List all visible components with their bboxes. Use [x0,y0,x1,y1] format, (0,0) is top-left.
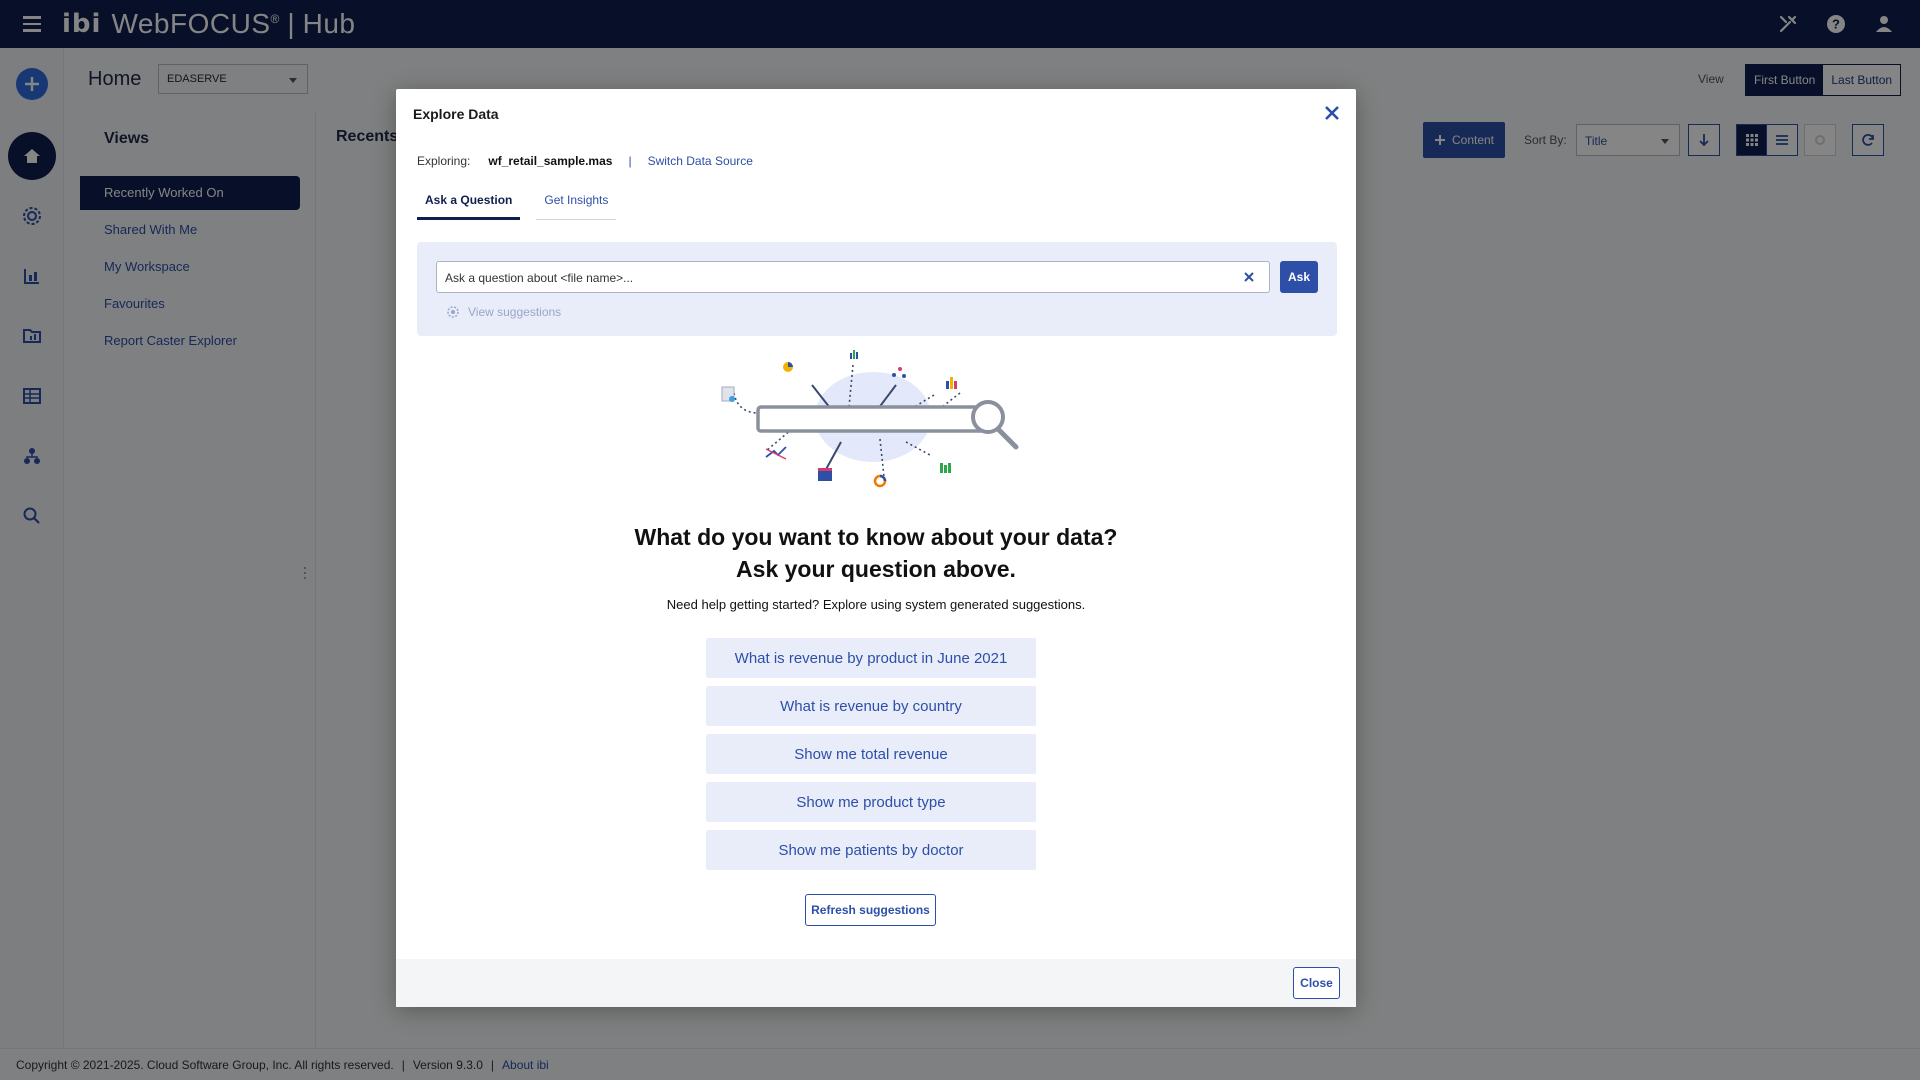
view-suggestions-link[interactable]: View suggestions [446,305,561,319]
clear-input-icon[interactable] [1242,270,1256,284]
headline-line-1: What do you want to know about your data… [634,524,1118,550]
dialog-title: Explore Data [413,106,499,122]
suggestion-item[interactable]: Show me product type [706,782,1036,822]
search-illustration [721,350,1019,488]
sparkle-icon [447,306,459,318]
empty-state-headline: What do you want to know about your data… [396,521,1356,585]
tab-get-insights[interactable]: Get Insights [536,193,617,220]
dialog-tabs: Ask a Question Get Insights [417,193,617,220]
suggestion-item[interactable]: Show me patients by doctor [706,830,1036,870]
close-button[interactable]: Close [1293,967,1340,999]
ask-panel: Ask a question about <file name>... Ask … [417,242,1337,336]
suggestion-item[interactable]: Show me total revenue [706,734,1036,774]
explore-data-dialog: Explore Data Exploring: wf_retail_sample… [396,89,1356,1007]
exploring-label: Exploring: [417,154,471,168]
ask-button[interactable]: Ask [1280,261,1318,293]
dialog-footer [396,959,1356,1007]
exploring-row: Exploring: wf_retail_sample.mas | Switch… [417,154,753,168]
suggestions-list: What is revenue by product in June 2021 … [706,638,1036,878]
question-input[interactable]: Ask a question about <file name>... [436,261,1270,293]
refresh-suggestions-button[interactable]: Refresh suggestions [805,894,936,926]
tab-ask-a-question[interactable]: Ask a Question [417,193,521,220]
dialog-header: Explore Data [396,89,1356,137]
empty-state-subtext: Need help getting started? Explore using… [666,597,1086,612]
headline-line-2: Ask your question above. [736,556,1016,582]
separator: | [628,154,632,168]
switch-data-source-link[interactable]: Switch Data Source [648,154,753,168]
data-source-name: wf_retail_sample.mas [488,154,613,168]
suggestion-item[interactable]: What is revenue by country [706,686,1036,726]
view-suggestions-label: View suggestions [468,305,562,319]
suggestion-item[interactable]: What is revenue by product in June 2021 [706,638,1036,678]
close-icon[interactable] [1322,103,1342,123]
